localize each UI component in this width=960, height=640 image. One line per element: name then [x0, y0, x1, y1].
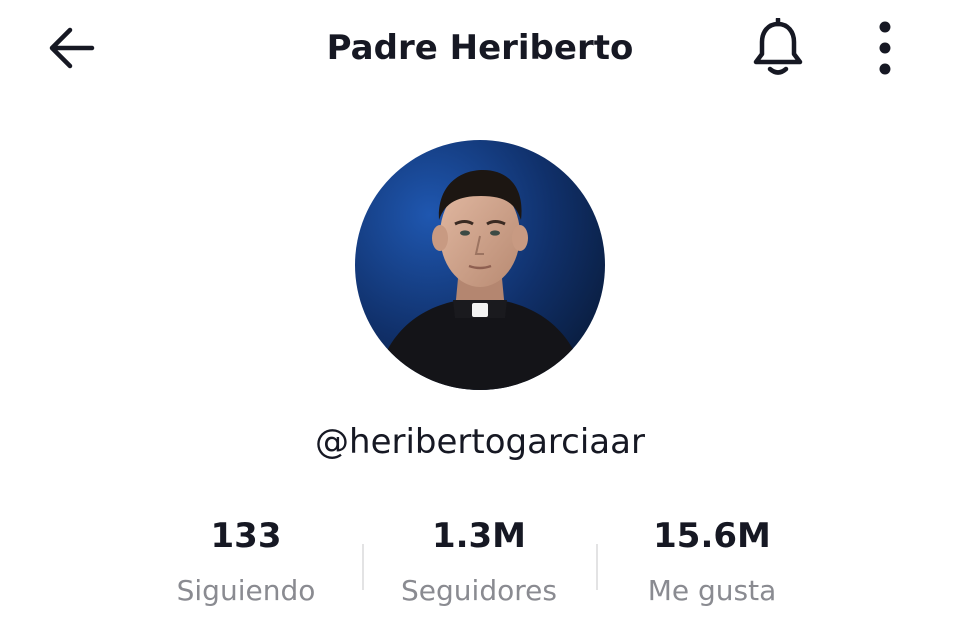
bell-icon: [750, 16, 806, 82]
username: @heribertogarciaar: [315, 422, 645, 462]
top-bar: Padre Heriberto: [0, 0, 960, 100]
more-options-button[interactable]: [860, 16, 910, 84]
stat-following[interactable]: 133 Siguiendo: [146, 508, 346, 614]
stats-row: 133 Siguiendo 1.3M Seguidores 15.6M Me g…: [0, 508, 960, 618]
notifications-button[interactable]: [744, 16, 812, 84]
stats-divider: [362, 544, 364, 590]
stat-likes[interactable]: 15.6M Me gusta: [612, 508, 812, 614]
avatar[interactable]: [355, 140, 605, 390]
stat-followers[interactable]: 1.3M Seguidores: [379, 508, 579, 614]
page-title: Padre Heriberto: [326, 28, 634, 68]
profile-page: Padre Heriberto @heribertogarciaar 133 S…: [0, 0, 960, 640]
stats-divider: [596, 544, 598, 590]
stat-following-label: Siguiendo: [176, 574, 316, 607]
stat-likes-value: 15.6M: [653, 516, 771, 556]
stat-following-value: 133: [210, 516, 282, 556]
stat-followers-value: 1.3M: [431, 516, 527, 556]
stat-followers-label: Seguidores: [401, 574, 557, 607]
stat-likes-label: Me gusta: [647, 574, 777, 607]
more-vertical-icon: [875, 18, 895, 82]
